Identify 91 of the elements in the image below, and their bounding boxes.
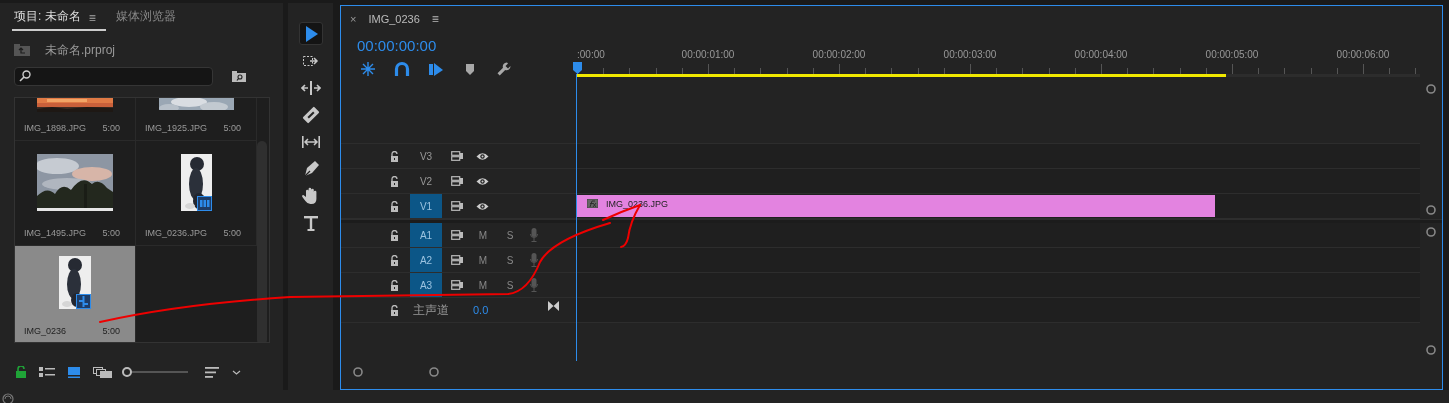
scrollbar-handle-icon[interactable]: [429, 367, 439, 377]
track-output-icon[interactable]: [451, 200, 463, 212]
media-item[interactable]: IMG_1495.JPG 5:00: [15, 141, 136, 246]
scrollbar-handle-icon[interactable]: [1426, 84, 1436, 94]
lock-icon[interactable]: [390, 175, 399, 187]
item-name: IMG_0236.JPG: [145, 228, 208, 238]
microphone-icon[interactable]: [530, 278, 538, 292]
freeform-view-icon[interactable]: [93, 366, 112, 378]
lock-icon[interactable]: [390, 254, 399, 266]
menu-button[interactable]: ≡: [82, 11, 106, 31]
fx-badge-icon: [587, 199, 598, 208]
mute-button[interactable]: M: [476, 229, 490, 241]
track-output-icon[interactable]: [451, 175, 463, 187]
lock-icon[interactable]: [390, 304, 399, 316]
item-name: IMG_1495.JPG: [24, 228, 87, 238]
wrench-icon[interactable]: [496, 61, 512, 77]
mute-button[interactable]: M: [476, 279, 490, 291]
media-item[interactable]: IMG_1925.JPG 5:00: [136, 98, 257, 141]
eye-icon[interactable]: [476, 151, 489, 161]
project-file-name: 未命名.prproj: [45, 41, 115, 59]
sequence-tab-title[interactable]: IMG_0236: [368, 13, 420, 25]
track-output-icon[interactable]: [451, 279, 463, 291]
panel-tab[interactable]: 项目: 未命名: [12, 8, 83, 31]
master-volume-value[interactable]: 0.0: [473, 304, 489, 316]
ruler-time-label: 00:00:01:00: [681, 49, 735, 60]
scrollbar[interactable]: [257, 141, 267, 342]
clip-name: IMG_0236.JPG: [606, 199, 669, 209]
eye-icon[interactable]: [476, 176, 489, 186]
status-icon: [2, 390, 14, 403]
chevron-down-icon[interactable]: [232, 369, 241, 375]
sort-icon[interactable]: [205, 366, 219, 378]
lock-icon[interactable]: [390, 279, 399, 291]
list-view-icon[interactable]: [39, 367, 55, 377]
media-item[interactable]: IMG_0236 5:00: [15, 246, 136, 342]
solo-button[interactable]: S: [503, 279, 517, 291]
track-target-button[interactable]: V3: [410, 144, 442, 168]
item-duration: 5:00: [223, 228, 241, 238]
magnet-icon[interactable]: [394, 61, 410, 77]
lock-icon[interactable]: [390, 200, 399, 212]
search-field[interactable]: [14, 66, 213, 86]
nest-icon[interactable]: [360, 61, 376, 77]
unlock-icon[interactable]: [16, 366, 26, 378]
media-item[interactable]: IMG_1898.JPG 5:00: [15, 98, 136, 141]
icon-view-icon[interactable]: [68, 366, 80, 378]
item-duration: 5:00: [102, 326, 120, 336]
media-item[interactable]: IMG_0236.JPG 5:00: [136, 141, 257, 246]
ruler-time-label: 00:00:05:00: [1205, 49, 1259, 60]
solo-button[interactable]: S: [503, 254, 517, 266]
sequence-badge-icon: [76, 294, 91, 309]
item-name: IMG_1925.JPG: [145, 123, 208, 133]
eye-icon[interactable]: [476, 201, 489, 211]
track-output-icon[interactable]: [451, 229, 463, 241]
linked-selection-icon[interactable]: [428, 61, 444, 77]
work-area-track[interactable]: [577, 74, 1420, 77]
track-output-icon[interactable]: [451, 254, 463, 266]
item-name: IMG_1898.JPG: [24, 123, 87, 133]
timecode[interactable]: 00:00:00:00: [357, 36, 577, 56]
close-button[interactable]: ×: [350, 13, 357, 25]
scrollbar-handle-icon[interactable]: [353, 367, 363, 377]
track-target-button[interactable]: A3: [410, 273, 442, 297]
master-track-label: 主声道: [413, 301, 449, 319]
scrollbar-handle-icon[interactable]: [1426, 227, 1436, 237]
track-target-button[interactable]: A2: [410, 248, 442, 272]
scrollbar-handle-icon[interactable]: [1426, 205, 1436, 215]
item-duration: 5:00: [223, 123, 241, 133]
scrollbar-handle-icon[interactable]: [1426, 345, 1436, 355]
ruler-time-label: 00:00:02:00: [812, 49, 866, 60]
lock-icon[interactable]: [390, 229, 399, 241]
item-name: IMG_0236: [24, 326, 67, 336]
track-target-button[interactable]: V2: [410, 169, 442, 193]
track-output-icon[interactable]: [451, 150, 463, 162]
menu-button[interactable]: ≡: [431, 12, 439, 26]
video-clip[interactable]: IMG_0236.JPG: [577, 195, 1216, 217]
ruler-time-label: 00:00:06:00: [1336, 49, 1390, 60]
solo-button[interactable]: S: [503, 229, 517, 241]
item-duration: 5:00: [102, 123, 120, 133]
mute-button[interactable]: M: [476, 254, 490, 266]
item-duration: 5:00: [102, 228, 120, 238]
lock-icon[interactable]: [390, 150, 399, 162]
track-target-button[interactable]: A1: [410, 223, 442, 247]
film-badge-icon: [196, 196, 212, 211]
ruler-time-label: :00:00: [577, 49, 605, 60]
bowtie-icon[interactable]: [548, 301, 560, 311]
playhead-icon[interactable]: [573, 62, 582, 74]
track-target-button[interactable]: V1: [410, 194, 442, 218]
search-icon: [19, 70, 31, 82]
selection-tool-button[interactable]: [298, 22, 323, 45]
new-bin-icon[interactable]: [232, 70, 246, 82]
ruler-time-label: 00:00:04:00: [1074, 49, 1128, 60]
ruler-time-label: 00:00:03:00: [943, 49, 997, 60]
panel-tab[interactable]: 媒体浏览器: [113, 8, 178, 31]
